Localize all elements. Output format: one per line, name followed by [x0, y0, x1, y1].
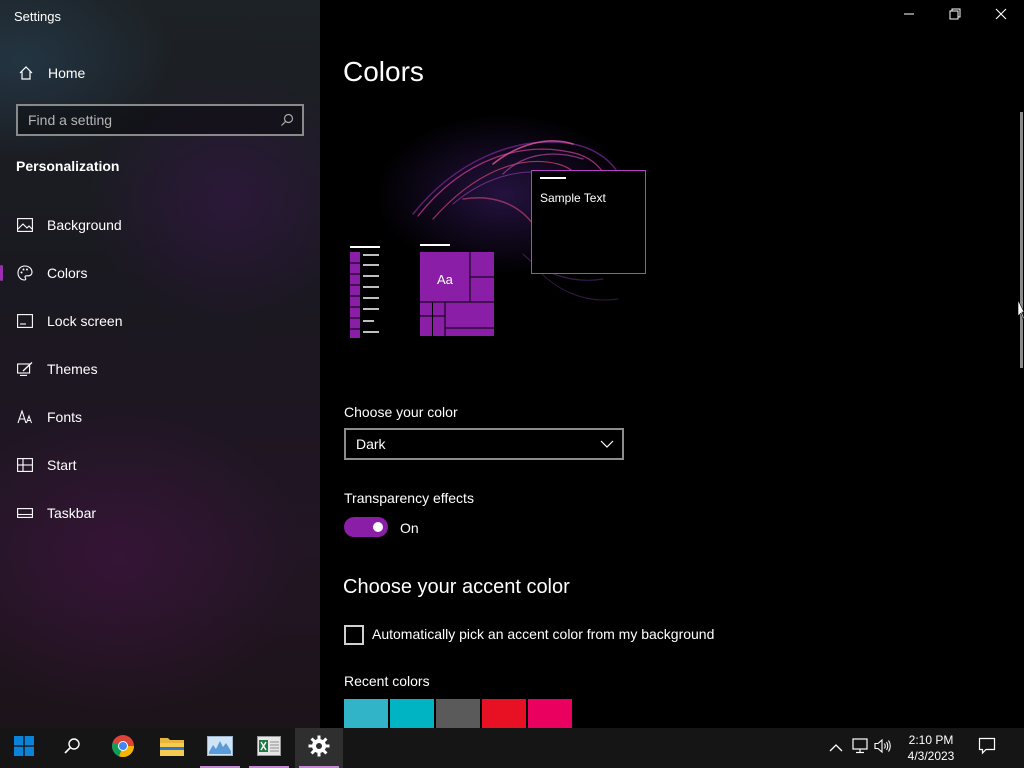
- transparency-state: On: [400, 520, 419, 536]
- home-icon: [17, 64, 35, 82]
- themes-icon: [16, 360, 34, 378]
- action-center-button[interactable]: [977, 737, 997, 760]
- file-explorer-icon: [159, 735, 185, 762]
- palette-icon: [16, 264, 34, 282]
- tile-text: Aa: [437, 272, 453, 287]
- section-title: Personalization: [16, 158, 120, 174]
- start-menu-list-preview: [350, 246, 380, 340]
- sidebar-item-label: Taskbar: [47, 505, 97, 521]
- taskbar-icon: [16, 504, 34, 522]
- auto-accent-checkbox[interactable]: [344, 625, 364, 645]
- clock-time: 2:10 PM: [908, 733, 954, 747]
- sidebar-item-label: Colors: [47, 265, 88, 281]
- fonts-icon: [16, 408, 34, 426]
- sidebar-item-fonts[interactable]: Fonts: [0, 399, 320, 435]
- chevron-up-icon: [829, 739, 843, 757]
- scrollbar[interactable]: [1020, 112, 1023, 368]
- toggle-knob: [373, 522, 383, 532]
- search-input[interactable]: Find a setting: [16, 104, 304, 136]
- search-placeholder: Find a setting: [28, 112, 113, 128]
- choose-color-label: Choose your color: [344, 404, 458, 420]
- sidebar-item-colors[interactable]: Colors: [0, 255, 320, 291]
- sidebar: Settings Home Find a setting Personaliza…: [0, 0, 320, 728]
- image-icon: [16, 216, 34, 234]
- choose-color-value: Dark: [356, 436, 386, 452]
- taskbar-excel[interactable]: [245, 728, 293, 768]
- choose-color-dropdown[interactable]: Dark: [344, 428, 624, 460]
- start-icon: [16, 456, 34, 474]
- taskbar-file-explorer[interactable]: [148, 728, 196, 768]
- start-button[interactable]: [0, 728, 48, 768]
- accent-color-heading: Choose your accent color: [343, 576, 570, 598]
- sidebar-item-label: Lock screen: [47, 313, 123, 329]
- show-hidden-icons-button[interactable]: [826, 738, 846, 758]
- restore-icon: [949, 7, 961, 25]
- sample-text: Sample Text: [540, 191, 606, 205]
- sidebar-item-background[interactable]: Background: [0, 207, 320, 243]
- chrome-icon: [111, 734, 135, 763]
- minimize-button[interactable]: [886, 0, 932, 32]
- sidebar-item-themes[interactable]: Themes: [0, 351, 320, 387]
- sidebar-item-taskbar[interactable]: Taskbar: [0, 495, 320, 531]
- volume-button[interactable]: [873, 738, 893, 758]
- network-button[interactable]: [850, 737, 870, 759]
- color-preview: Aa Sample Text: [343, 104, 663, 340]
- start-tiles-preview: Aa: [420, 244, 494, 338]
- sidebar-item-home[interactable]: Home: [0, 58, 320, 88]
- transparency-toggle[interactable]: [344, 517, 388, 537]
- close-button[interactable]: [978, 0, 1024, 32]
- taskbar-chrome[interactable]: [99, 728, 147, 768]
- notification-icon: [978, 737, 996, 760]
- windows-start-icon: [14, 735, 34, 761]
- main-content: Colors Aa Sample Text Choose your color …: [320, 0, 1024, 728]
- sidebar-item-label: Themes: [47, 361, 98, 377]
- search-icon[interactable]: [280, 113, 294, 127]
- taskbar-settings[interactable]: [295, 728, 343, 768]
- close-icon: [995, 7, 1007, 25]
- transparency-label: Transparency effects: [344, 490, 474, 506]
- active-indicator: [0, 265, 3, 281]
- sidebar-item-label: Background: [47, 217, 122, 233]
- minimize-icon: [903, 7, 915, 25]
- color-swatch[interactable]: [390, 699, 434, 728]
- taskbar-resource-monitor[interactable]: [196, 728, 244, 768]
- recent-colors-label: Recent colors: [344, 673, 430, 689]
- excel-icon: [257, 735, 281, 761]
- chevron-down-icon: [600, 435, 614, 453]
- sidebar-item-start[interactable]: Start: [0, 447, 320, 483]
- taskbar: 2:10 PM 4/3/2023: [0, 728, 1024, 768]
- color-swatch[interactable]: [344, 699, 388, 728]
- sample-window-bar: [540, 177, 566, 179]
- clock-date: 4/3/2023: [907, 749, 955, 763]
- taskbar-search-button[interactable]: [48, 728, 96, 768]
- restore-button[interactable]: [932, 0, 978, 32]
- color-swatch[interactable]: [436, 699, 480, 728]
- sidebar-item-label: Start: [47, 457, 77, 473]
- lock-screen-icon: [16, 312, 34, 330]
- app-title: Settings: [14, 9, 61, 24]
- resource-monitor-icon: [207, 735, 233, 761]
- settings-gear-icon: [308, 735, 330, 762]
- sidebar-item-label: Fonts: [47, 409, 83, 425]
- auto-accent-label[interactable]: Automatically pick an accent color from …: [372, 626, 714, 642]
- window-controls: [886, 0, 1024, 32]
- sidebar-item-lock-screen[interactable]: Lock screen: [0, 303, 320, 339]
- sidebar-item-label: Home: [48, 65, 86, 81]
- recent-colors: [344, 699, 572, 728]
- network-icon: [851, 737, 869, 759]
- taskbar-clock[interactable]: 2:10 PM 4/3/2023: [896, 732, 966, 764]
- color-swatch[interactable]: [482, 699, 526, 728]
- volume-icon: [874, 738, 892, 759]
- sample-window-preview: Sample Text: [531, 170, 646, 274]
- page-title: Colors: [343, 56, 424, 87]
- mouse-cursor-icon: [1017, 299, 1024, 325]
- color-swatch[interactable]: [528, 699, 572, 728]
- search-icon: [63, 737, 81, 760]
